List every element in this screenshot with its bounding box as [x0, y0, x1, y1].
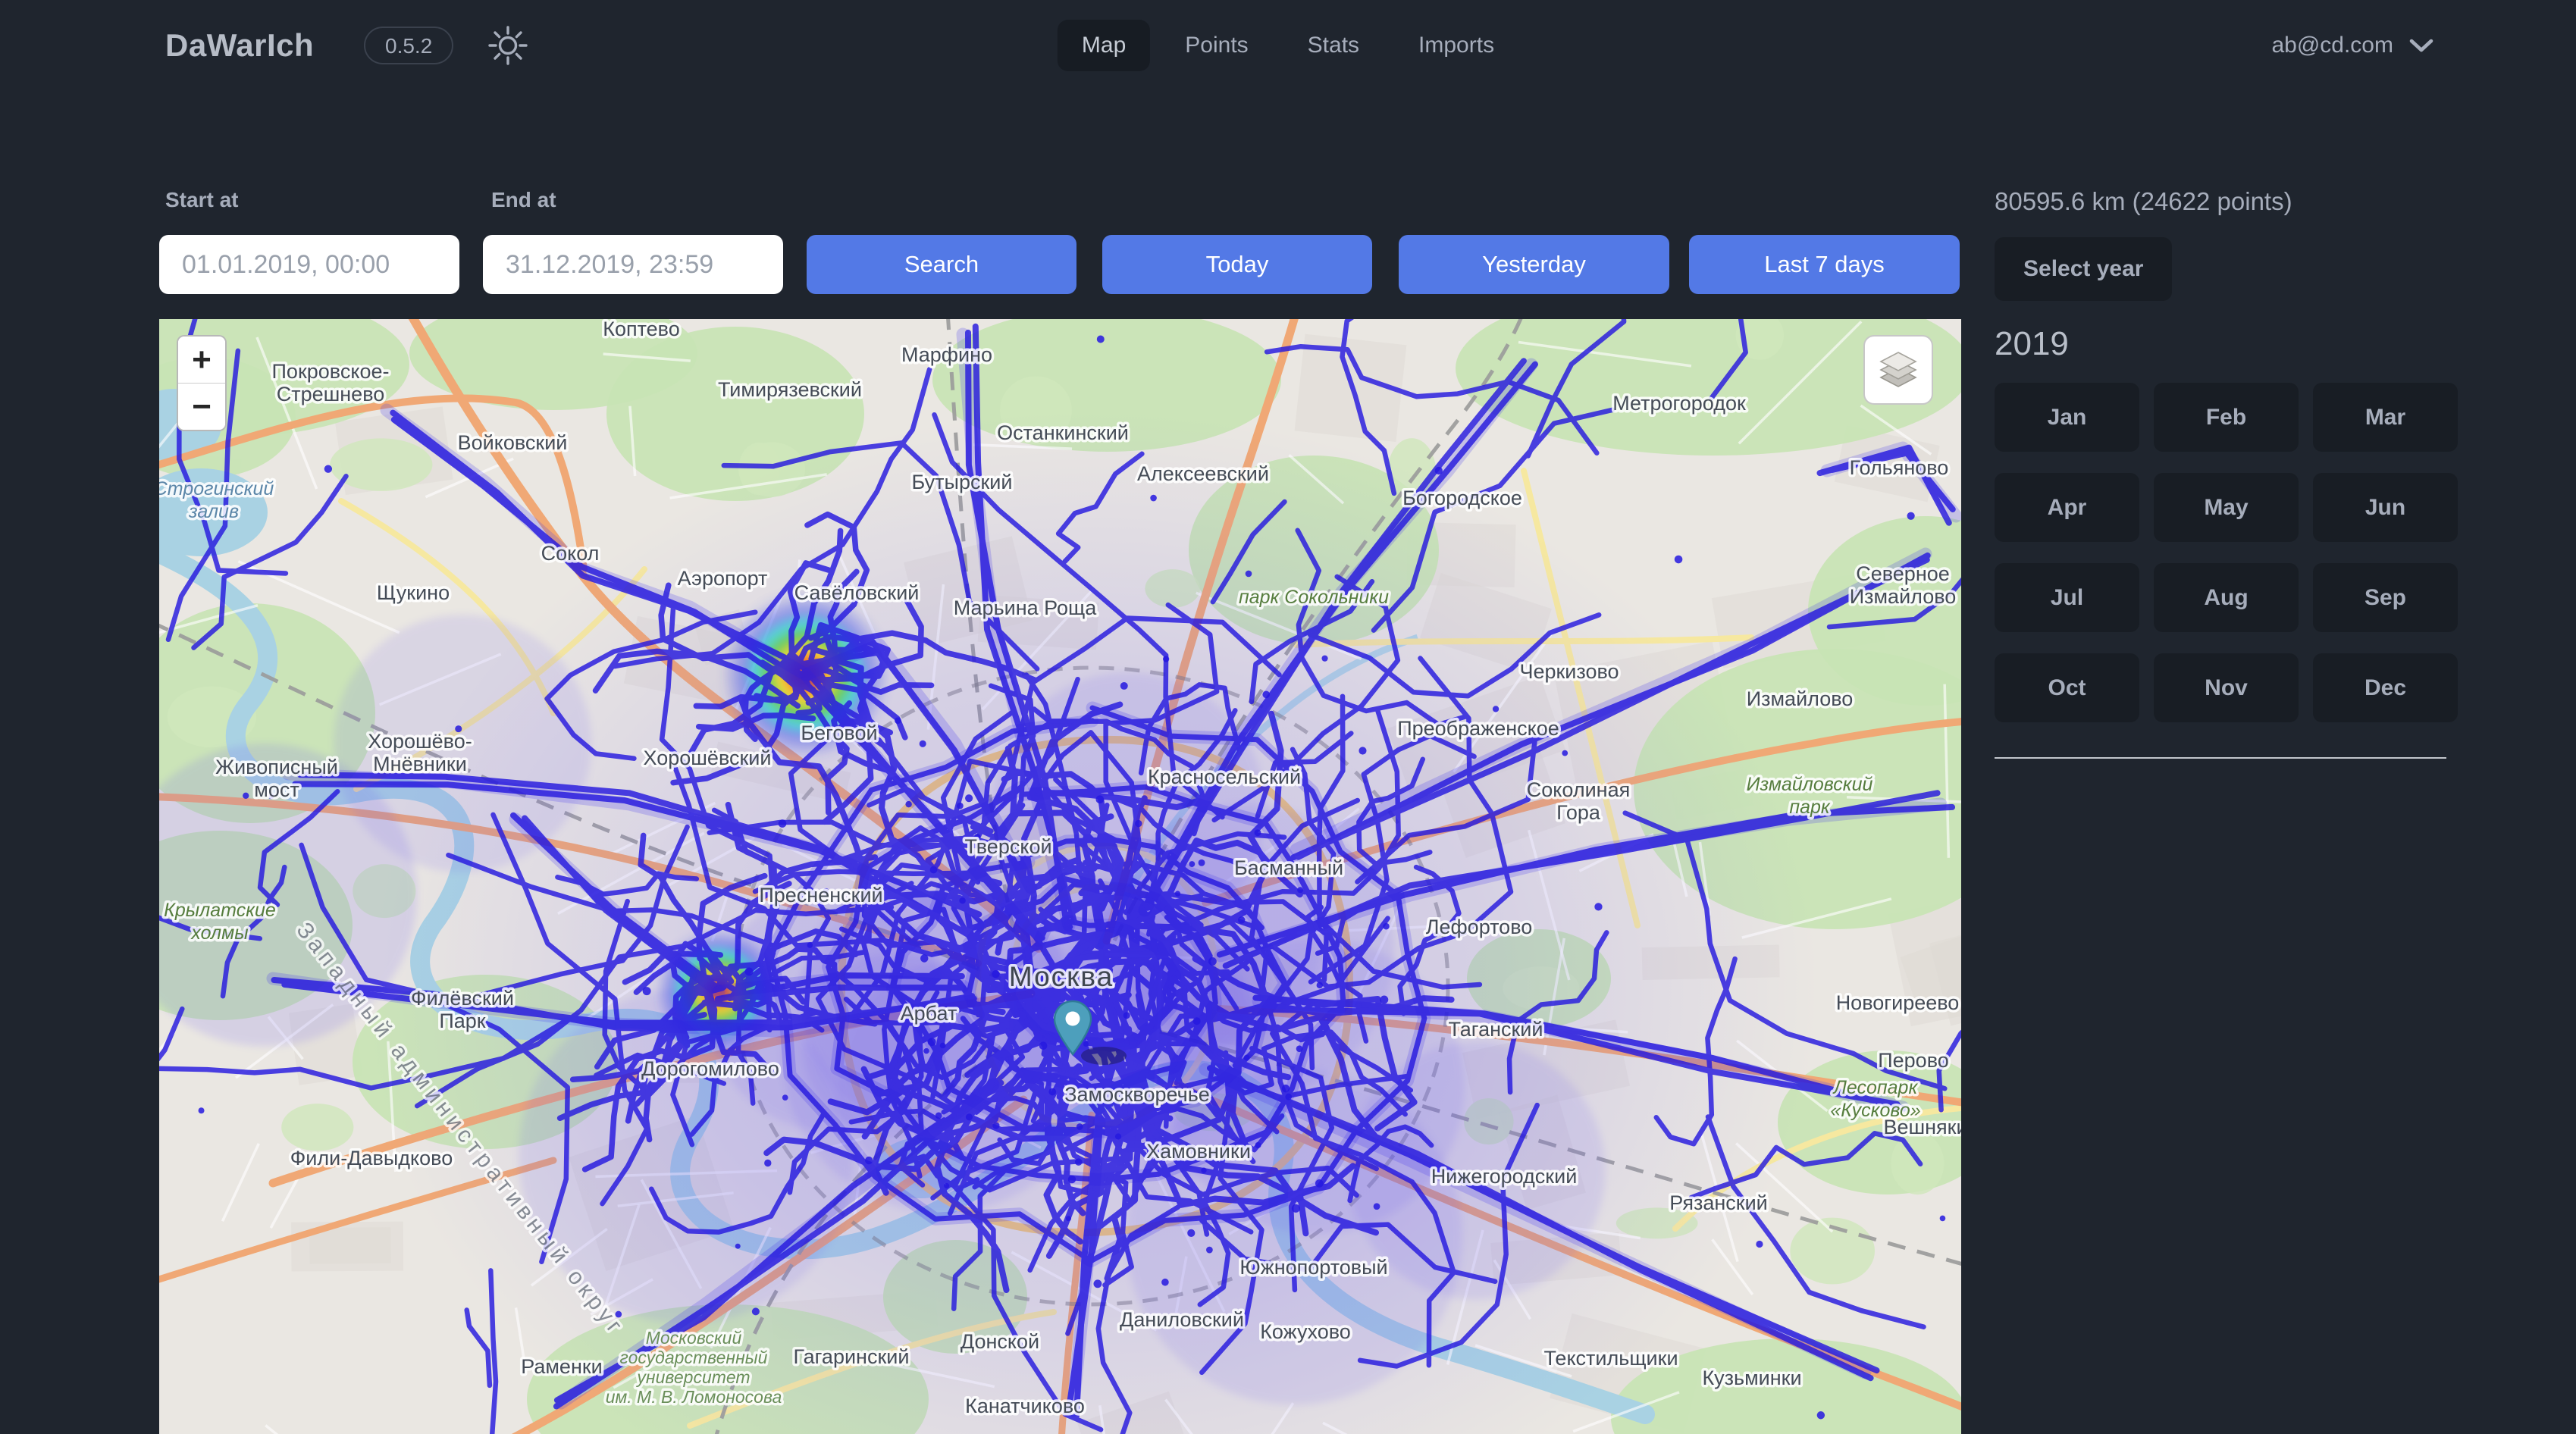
month-button-mar[interactable]: Mar	[2313, 383, 2458, 452]
map-label: Басманный	[1234, 856, 1343, 879]
map-label: Красносельский	[1148, 766, 1301, 788]
app-logo[interactable]: DaWarIch	[165, 27, 314, 64]
map-label: Замоскворечье	[1064, 1083, 1210, 1106]
zoom-out-button[interactable]: −	[178, 383, 225, 430]
map-label: Марфино	[901, 343, 992, 366]
map-label: Гольяново	[1850, 456, 1949, 479]
layers-icon	[1876, 348, 1920, 392]
map-label: Аэропорт	[678, 567, 768, 590]
month-button-oct[interactable]: Oct	[1995, 653, 2139, 722]
sun-icon	[487, 24, 529, 67]
map-label: Хорошёвский	[644, 747, 772, 769]
map-label: Рязанский	[1669, 1191, 1768, 1214]
theme-toggle-button[interactable]	[487, 24, 529, 67]
map-label: парк Сокольники	[1239, 587, 1389, 608]
start-at-input[interactable]	[159, 235, 459, 294]
tab-map[interactable]: Map	[1058, 20, 1150, 71]
map-pin[interactable]	[1054, 1000, 1175, 1068]
search-button[interactable]: Search	[807, 235, 1076, 294]
map-label: Войковский	[458, 431, 568, 454]
map-label: Канатчиково	[965, 1395, 1085, 1417]
map-label: Новогиреево	[1836, 991, 1960, 1014]
end-at-input[interactable]	[483, 235, 783, 294]
today-button[interactable]: Today	[1102, 235, 1372, 294]
map-label: Даниловский	[1120, 1308, 1244, 1331]
zoom-in-button[interactable]: +	[178, 337, 225, 383]
version-badge: 0.5.2	[364, 27, 453, 64]
month-button-jun[interactable]: Jun	[2313, 473, 2458, 542]
map-label: Савёловский	[794, 581, 920, 604]
map-label: Преображенское	[1397, 717, 1559, 740]
map-label: Текстильщики	[1543, 1347, 1678, 1370]
map-label: Нижегородский	[1431, 1165, 1578, 1188]
navbar: DaWarIch 0.5.2 MapPointsStatsImports ab@…	[0, 0, 2576, 91]
map-marker[interactable]	[1054, 1000, 1175, 1068]
nav-tabs: MapPointsStatsImports	[1058, 20, 1518, 71]
month-button-sep[interactable]: Sep	[2313, 563, 2458, 632]
yesterday-button[interactable]: Yesterday	[1399, 235, 1669, 294]
map-label: Тимирязевский	[718, 378, 862, 401]
month-button-jan[interactable]: Jan	[1995, 383, 2139, 452]
map-label: Покровское-Стрешнево	[272, 360, 390, 405]
month-button-nov[interactable]: Nov	[2154, 653, 2299, 722]
map-label: Фили-Давыдково	[290, 1147, 453, 1169]
map-zoom-control: + −	[177, 335, 227, 431]
month-grid: JanFebMar AprMayJun JulAugSep OctNovDec	[1995, 383, 2458, 722]
map-label: Гагаринский	[794, 1345, 910, 1368]
month-button-aug[interactable]: Aug	[2154, 563, 2299, 632]
page: { "app": { "title": "DaWarIch", "version…	[0, 0, 2576, 1434]
map-label: Дорогомилово	[641, 1057, 779, 1080]
map-label: Сокол	[541, 542, 600, 565]
map-label: Беговой	[801, 722, 877, 744]
tab-imports[interactable]: Imports	[1394, 20, 1518, 71]
map-label: Коптево	[603, 319, 680, 340]
account-menu-button[interactable]: ab@cd.com	[2271, 33, 2434, 58]
map-label: Кузьминки	[1702, 1367, 1801, 1389]
month-button-feb[interactable]: Feb	[2154, 383, 2299, 452]
month-button-may[interactable]: May	[2154, 473, 2299, 542]
month-button-jul[interactable]: Jul	[1995, 563, 2139, 632]
map-label: Бутырский	[912, 471, 1013, 493]
map-label: Богородское	[1402, 487, 1522, 509]
map-label: Останкинский	[997, 421, 1129, 444]
map-label: Вешняки	[1883, 1116, 1961, 1138]
map-label: Пресненский	[759, 884, 882, 906]
tab-stats[interactable]: Stats	[1283, 20, 1384, 71]
map-label: Кожухово	[1260, 1320, 1351, 1343]
account-email: ab@cd.com	[2271, 33, 2393, 58]
map-label: Алексеевский	[1137, 462, 1269, 485]
sidebar-divider	[1995, 757, 2446, 759]
map-label: Лефортово	[1426, 916, 1533, 938]
map-label: Метрогородок	[1612, 392, 1746, 415]
map-label: СеверноеИзмайлово	[1850, 562, 1957, 608]
layers-control-button[interactable]	[1863, 335, 1933, 405]
map-label: Марьина Роща	[954, 596, 1097, 619]
map-label: Арбат	[901, 1002, 957, 1025]
month-button-dec[interactable]: Dec	[2313, 653, 2458, 722]
map-canvas: Покровское-Стрешнево Коптево Тимирязевский…	[159, 319, 1961, 1434]
month-button-apr[interactable]: Apr	[1995, 473, 2139, 542]
map-label: Москва	[1009, 961, 1114, 992]
distance-points-stats: 80595.6 km (24622 points)	[1995, 187, 2458, 216]
tab-points[interactable]: Points	[1161, 20, 1272, 71]
start-at-label: Start at	[165, 188, 238, 212]
select-year-button[interactable]: Select year	[1995, 237, 2172, 301]
map-label: Донской	[961, 1330, 1039, 1353]
last-7-days-button[interactable]: Last 7 days	[1689, 235, 1960, 294]
map[interactable]: Покровское-Стрешнево Коптево Тимирязевский…	[159, 319, 1961, 1434]
year-heading: 2019	[1995, 325, 2458, 363]
map-label: Тверской	[964, 835, 1051, 858]
map-label: Перово	[1878, 1049, 1949, 1072]
chevron-down-icon	[2408, 37, 2434, 54]
end-at-label: End at	[491, 188, 556, 212]
map-label: Таганский	[1449, 1018, 1543, 1041]
map-label: Щукино	[377, 581, 450, 604]
map-label: Хамовники	[1146, 1140, 1251, 1163]
map-label: Хорошёво-Мнёвники	[368, 730, 472, 775]
map-label: Черкизово	[1519, 660, 1619, 683]
map-label: Раменки	[521, 1355, 603, 1378]
map-label: Южнопортовый	[1239, 1256, 1387, 1279]
sidebar: 80595.6 km (24622 points) Select year 20…	[1995, 187, 2458, 759]
map-label: Измайлово	[1747, 687, 1854, 710]
